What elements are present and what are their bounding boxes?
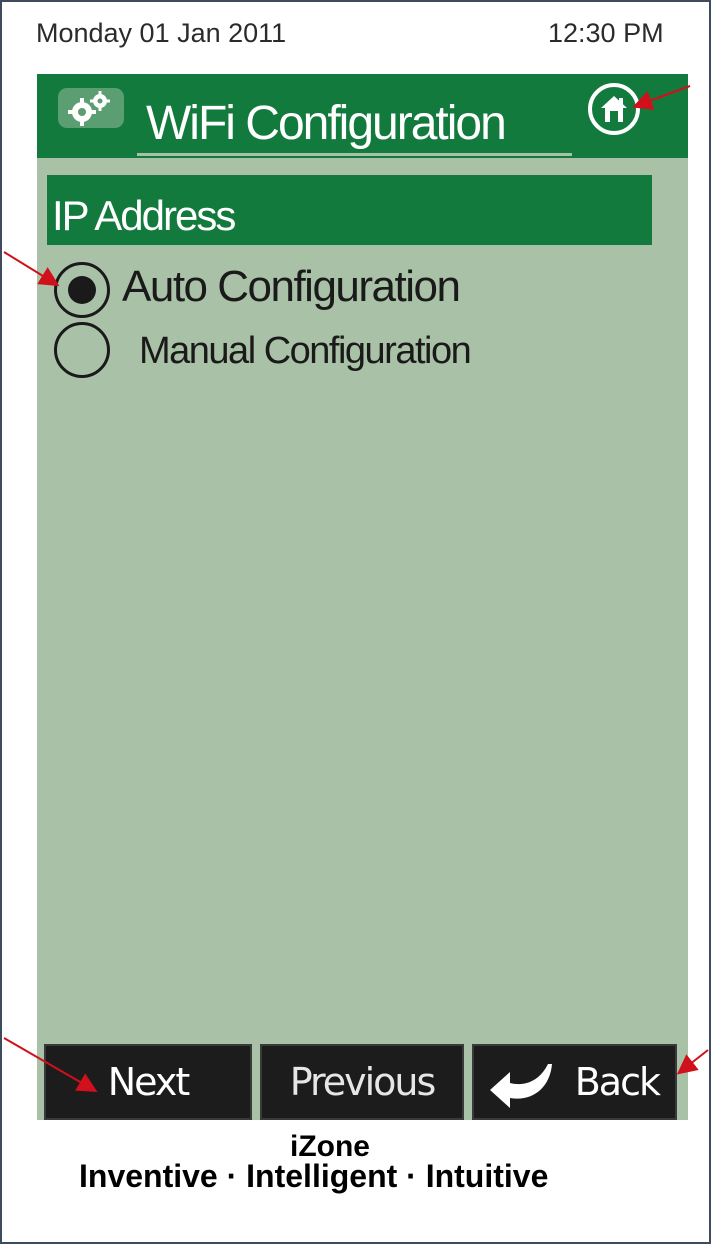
annotation-arrow-back — [676, 1049, 709, 1075]
annotation-arrows — [3, 85, 709, 1093]
annotation-arrow-next — [3, 1037, 98, 1093]
annotation-arrow-radio — [3, 251, 60, 287]
annotation-arrow-home — [632, 85, 691, 110]
